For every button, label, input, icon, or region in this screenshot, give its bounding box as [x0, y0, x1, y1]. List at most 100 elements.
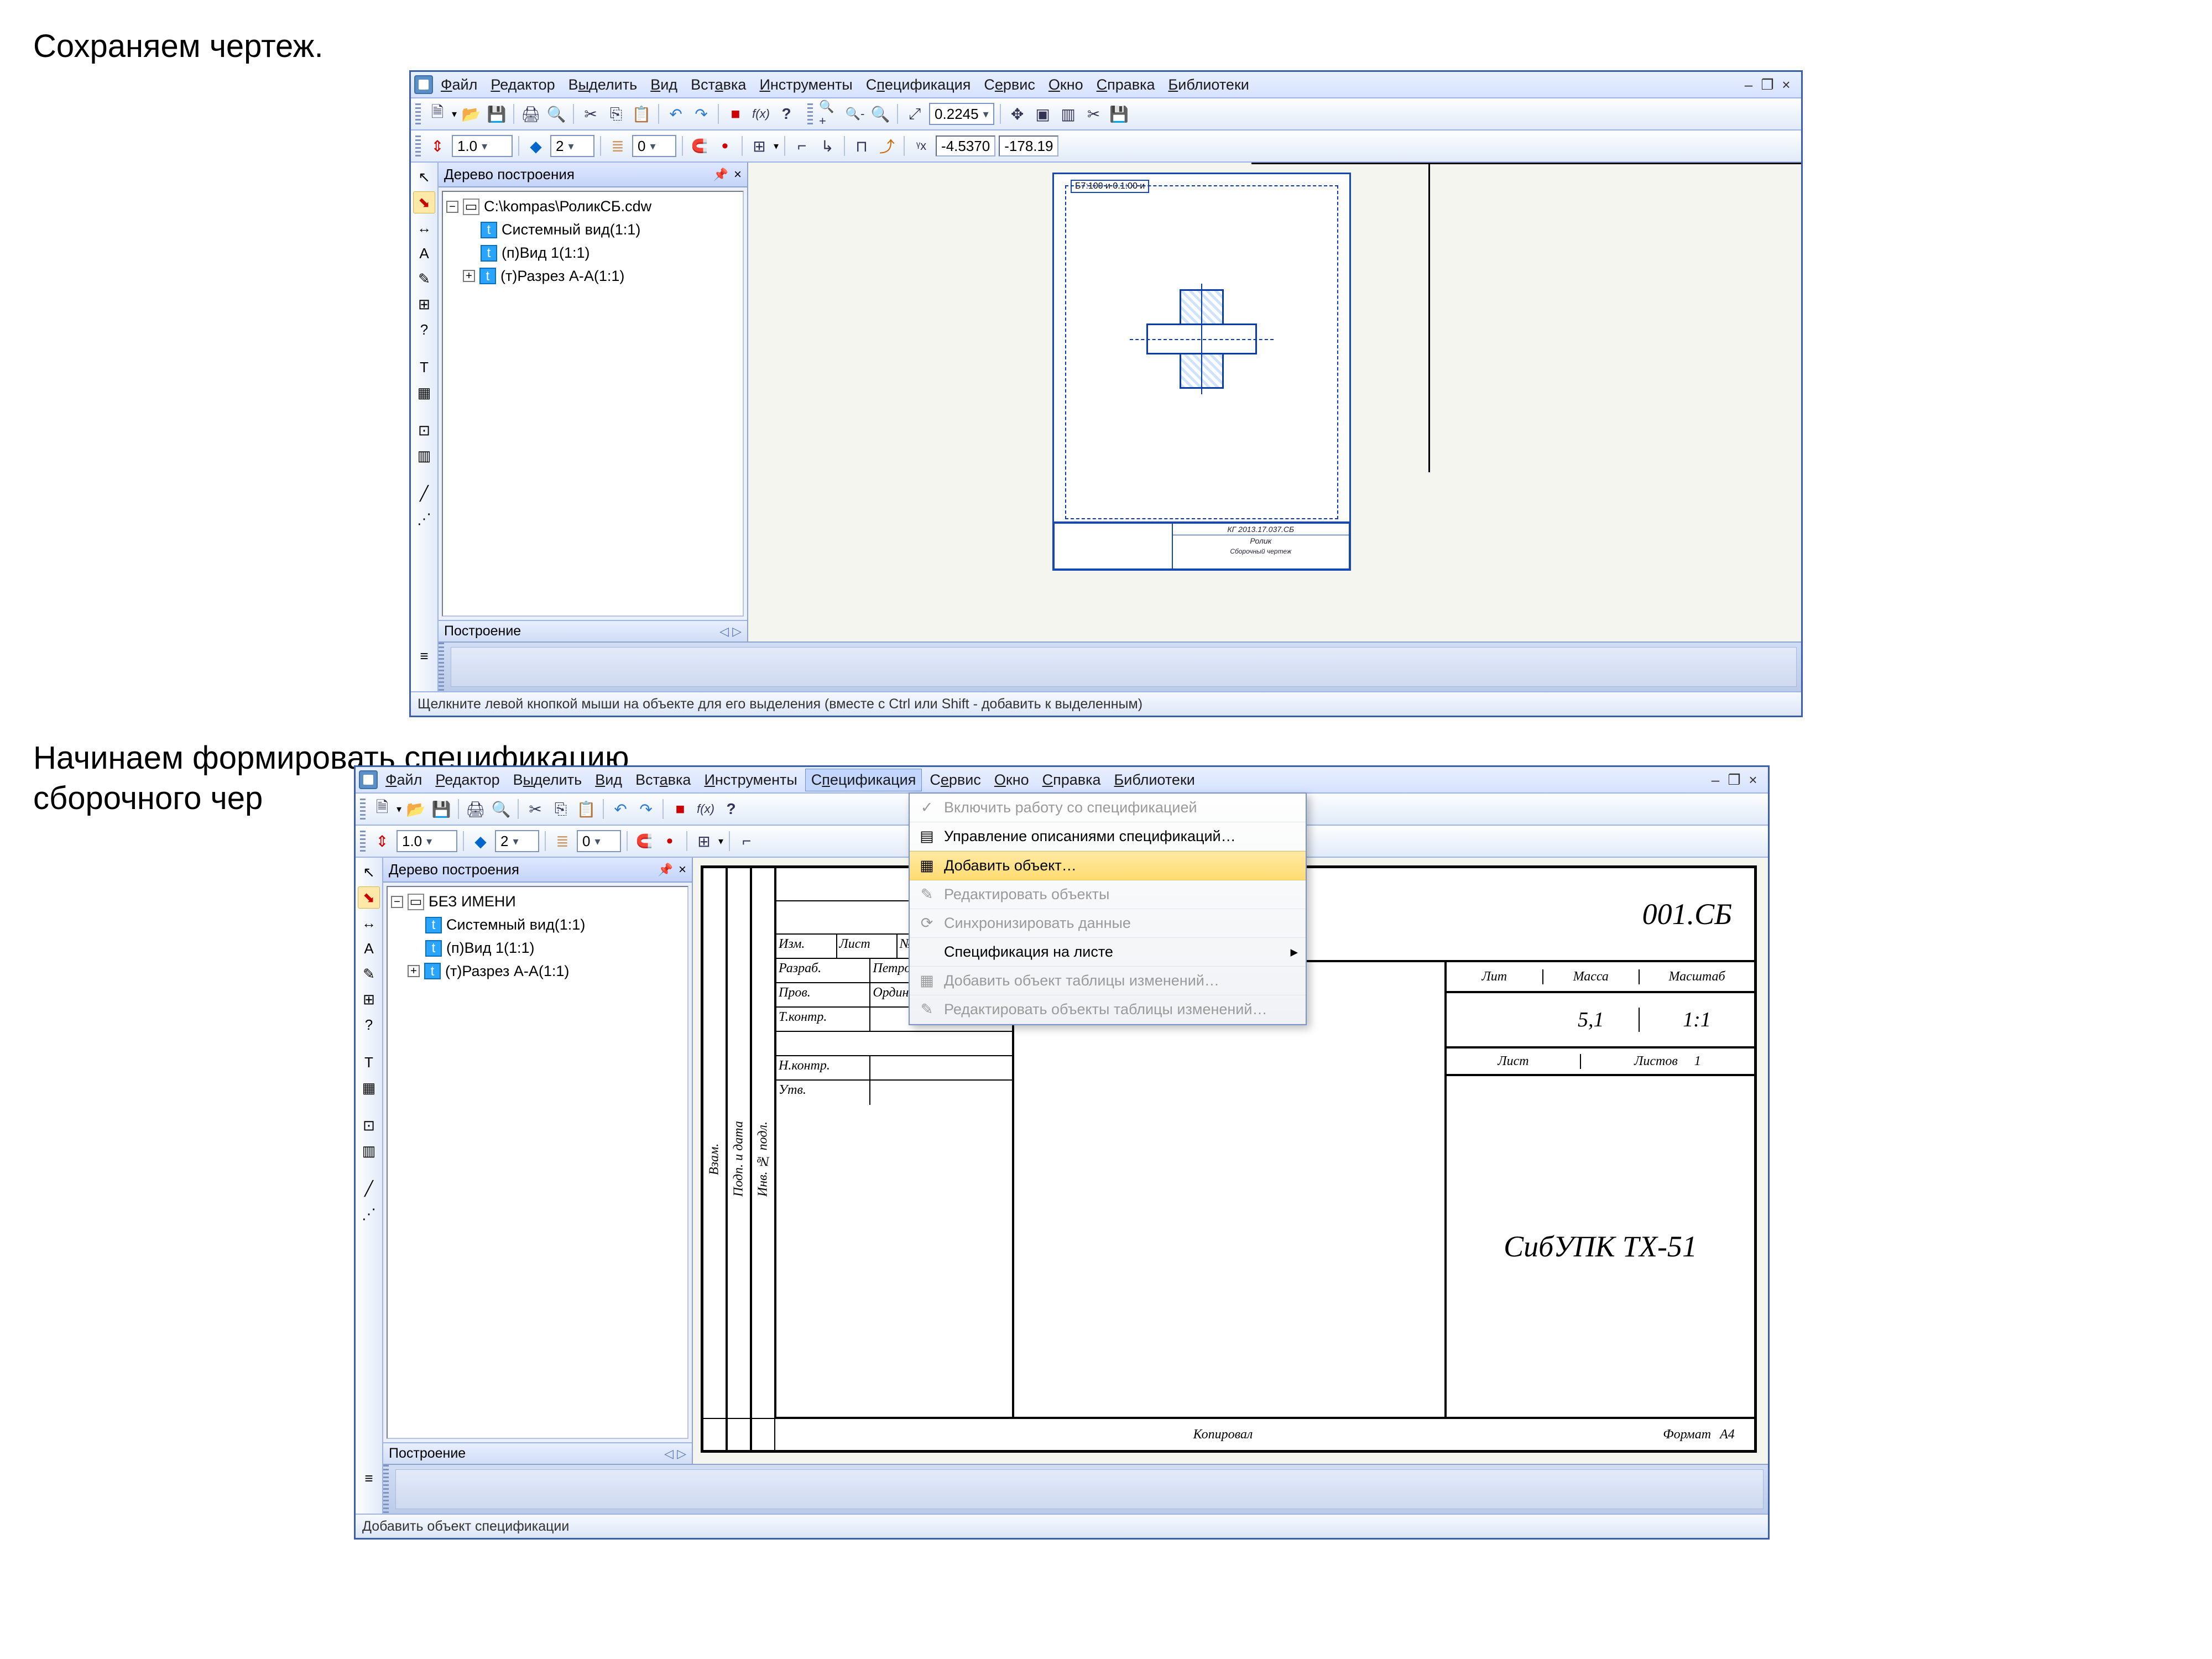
- preview-icon[interactable]: [545, 103, 567, 125]
- menu-file[interactable]: Файл: [435, 74, 483, 96]
- line-icon[interactable]: ╱: [413, 482, 435, 504]
- restore-icon[interactable]: ❐: [1759, 76, 1776, 93]
- geometry-icon[interactable]: ⬊: [413, 191, 435, 213]
- snap2-icon[interactable]: [714, 135, 736, 157]
- spec-icon[interactable]: ▥: [413, 445, 435, 467]
- menu-editor[interactable]: Редактор: [485, 74, 560, 96]
- menu-select[interactable]: Выделить: [563, 74, 643, 96]
- redo-icon[interactable]: [635, 798, 657, 820]
- cut-icon[interactable]: [524, 798, 546, 820]
- tree-root[interactable]: C:\kompas\РоликСБ.cdw: [484, 195, 651, 218]
- tree-item[interactable]: (т)Разрез А-А(1:1): [500, 265, 624, 288]
- snap2-icon[interactable]: [659, 830, 681, 852]
- menu-window[interactable]: Окно: [1043, 74, 1089, 96]
- view-icon[interactable]: ⊡: [413, 419, 435, 441]
- undo-icon[interactable]: [665, 103, 687, 125]
- new-icon[interactable]: [371, 798, 393, 820]
- build-tree[interactable]: −▭БЕЗ ИМЕНИ tСистемный вид(1:1) t(п)Вид …: [387, 886, 688, 1439]
- line-icon[interactable]: ╱: [358, 1177, 380, 1199]
- minimize-icon[interactable]: –: [1740, 76, 1757, 93]
- menu-editor[interactable]: Редактор: [430, 769, 505, 791]
- new-icon[interactable]: [426, 103, 448, 125]
- menu-help[interactable]: Справка: [1037, 769, 1107, 791]
- coord-x-field[interactable]: -4.5370: [936, 135, 995, 156]
- steps-icon[interactable]: [876, 135, 898, 157]
- dd-spec-on-sheet[interactable]: Спецификация на листе▸: [910, 938, 1306, 967]
- panel-next-icon[interactable]: ▷: [732, 624, 742, 639]
- coord-y-field[interactable]: -178.19: [999, 135, 1058, 156]
- menu-libs[interactable]: Библиотеки: [1163, 74, 1255, 96]
- pan-icon[interactable]: ✥: [1006, 103, 1029, 125]
- hatch-icon[interactable]: ⋰: [413, 508, 435, 530]
- symbol-t-icon[interactable]: T: [358, 1051, 380, 1073]
- tree-root[interactable]: БЕЗ ИМЕНИ: [429, 890, 516, 914]
- dimension-icon[interactable]: ↔: [413, 217, 435, 239]
- menu-tools[interactable]: Инструменты: [698, 769, 802, 791]
- restore-icon[interactable]: ❐: [1726, 771, 1743, 789]
- print-icon[interactable]: [520, 103, 542, 125]
- hatch-icon[interactable]: ⋰: [358, 1203, 380, 1225]
- zoom-in-icon[interactable]: [818, 103, 841, 125]
- ortho-icon[interactable]: ⌐: [791, 135, 813, 157]
- ortho-icon[interactable]: ⌐: [735, 830, 758, 852]
- close-icon[interactable]: ×: [1745, 771, 1761, 789]
- text-icon[interactable]: A: [413, 242, 435, 264]
- menu-view[interactable]: Вид: [589, 769, 628, 791]
- param-icon[interactable]: ⊞: [358, 988, 380, 1010]
- table-icon[interactable]: ▦: [358, 1077, 380, 1099]
- edit-icon[interactable]: ✎: [358, 963, 380, 985]
- minimize-icon[interactable]: –: [1707, 771, 1724, 789]
- step-icon[interactable]: ◆: [469, 830, 492, 852]
- aux-icon[interactable]: ≡: [358, 1467, 380, 1489]
- grid-icon[interactable]: ⊞: [748, 135, 770, 157]
- geometry-icon[interactable]: ⬊: [358, 886, 380, 909]
- text-icon[interactable]: A: [358, 937, 380, 959]
- symbol-t-icon[interactable]: T: [413, 356, 435, 378]
- zoom-out-icon[interactable]: [844, 103, 866, 125]
- save2-icon[interactable]: 💾: [1108, 103, 1130, 125]
- menu-insert[interactable]: Вставка: [630, 769, 696, 791]
- save-icon[interactable]: [430, 798, 452, 820]
- cursor-icon[interactable]: ↖: [358, 861, 380, 883]
- menu-service[interactable]: Сервис: [978, 74, 1040, 96]
- tree-collapse-icon[interactable]: −: [391, 896, 403, 908]
- panel-prev-icon[interactable]: ◁: [664, 1447, 674, 1461]
- paste-icon[interactable]: [575, 798, 597, 820]
- measure-icon[interactable]: ?: [358, 1014, 380, 1036]
- grid-icon[interactable]: ⊞: [693, 830, 715, 852]
- redo-icon[interactable]: [690, 103, 712, 125]
- tree-item[interactable]: Системный вид(1:1): [502, 218, 640, 242]
- round-icon[interactable]: ⊓: [851, 135, 873, 157]
- table-icon[interactable]: ▦: [413, 382, 435, 404]
- step-icon[interactable]: ◆: [525, 135, 547, 157]
- tree-item[interactable]: (п)Вид 1(1:1): [502, 242, 589, 265]
- paste-icon[interactable]: [630, 103, 653, 125]
- measure-icon[interactable]: ?: [413, 319, 435, 341]
- tool-x-icon[interactable]: ✂: [1083, 103, 1105, 125]
- copy-icon[interactable]: [550, 798, 572, 820]
- copy-icon[interactable]: [605, 103, 627, 125]
- edit-icon[interactable]: ✎: [413, 268, 435, 290]
- open-icon[interactable]: [460, 103, 482, 125]
- tree-item[interactable]: (п)Вид 1(1:1): [446, 937, 534, 960]
- stop-icon[interactable]: ■: [669, 798, 691, 820]
- refresh-icon[interactable]: ▣: [1032, 103, 1054, 125]
- cut-icon[interactable]: [580, 103, 602, 125]
- menu-view[interactable]: Вид: [645, 74, 683, 96]
- menu-file[interactable]: Файл: [380, 769, 427, 791]
- coords-icon[interactable]: [910, 135, 932, 157]
- close-icon[interactable]: ×: [1778, 76, 1794, 93]
- pin-icon[interactable]: 📌: [713, 168, 728, 182]
- menu-help[interactable]: Справка: [1091, 74, 1161, 96]
- cursor-icon[interactable]: ↖: [413, 166, 435, 188]
- step-combo[interactable]: 2▾: [495, 830, 539, 852]
- help-icon[interactable]: [720, 798, 742, 820]
- preview-icon[interactable]: [490, 798, 512, 820]
- tree-expand-icon[interactable]: +: [408, 965, 420, 977]
- stop-icon[interactable]: ■: [724, 103, 747, 125]
- linetype-icon[interactable]: ⇕: [371, 830, 393, 852]
- layer-combo[interactable]: 0▾: [577, 830, 621, 852]
- panel-next-icon[interactable]: ▷: [677, 1447, 686, 1461]
- local-cs-icon[interactable]: ↳: [816, 135, 838, 157]
- tree-item[interactable]: Системный вид(1:1): [446, 914, 585, 937]
